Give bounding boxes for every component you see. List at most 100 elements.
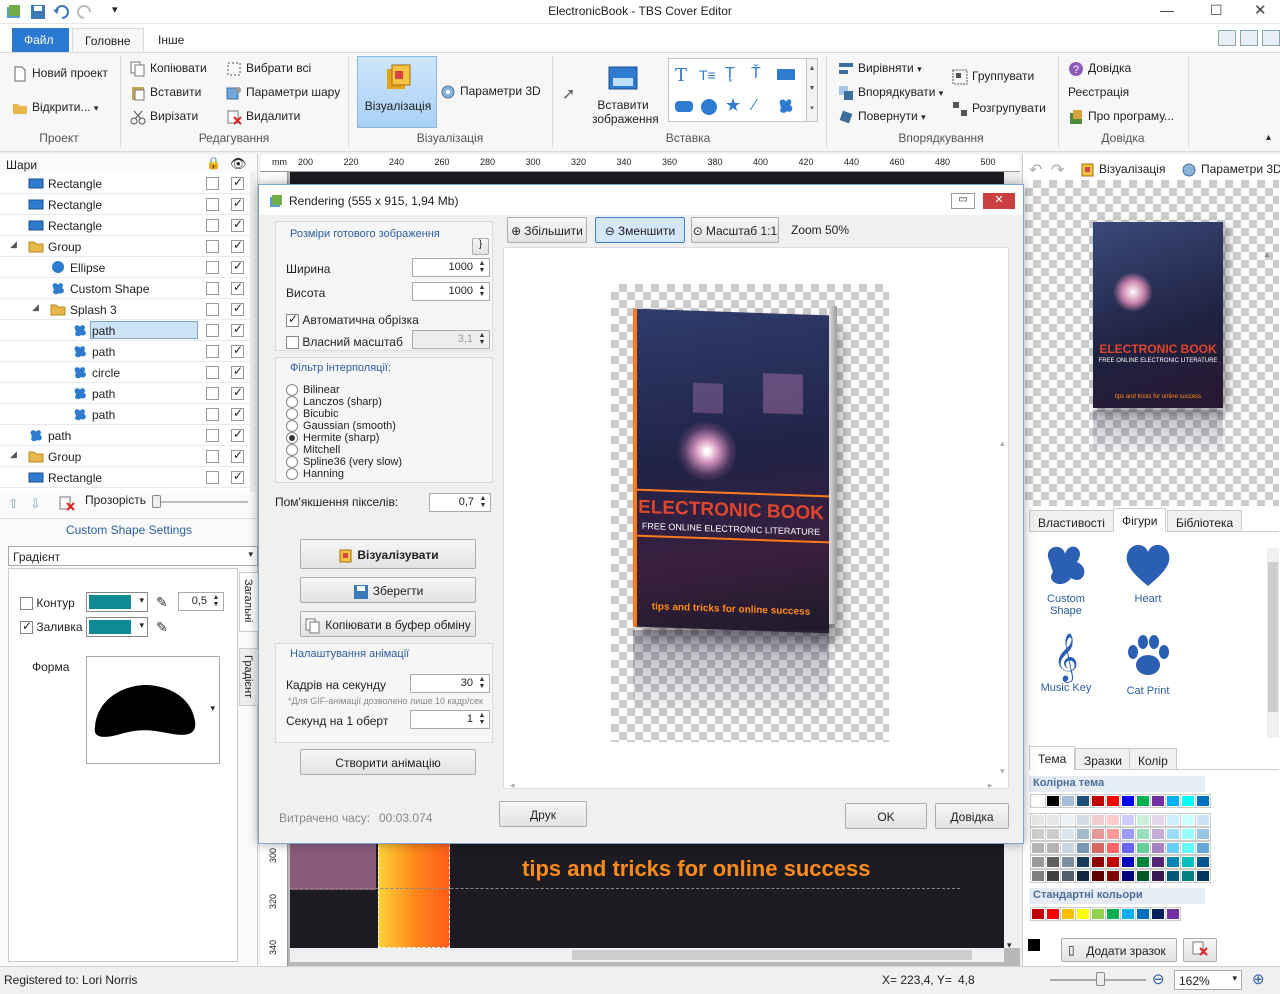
tab-properties[interactable]: Властивості <box>1029 510 1114 532</box>
eyedropper-icon[interactable]: ✎ <box>156 619 168 636</box>
standard-color-swatch[interactable] <box>1150 907 1166 921</box>
cursor-arrow-icon[interactable]: ➚ <box>562 84 575 104</box>
filter-option[interactable]: Hanning <box>286 468 344 481</box>
standard-color-swatch[interactable] <box>1105 907 1121 921</box>
side-tab-general[interactable]: Загальні <box>239 572 259 632</box>
ok-button[interactable]: OK <box>845 803 927 829</box>
about-button[interactable]: Про програму... <box>1068 109 1174 125</box>
layers-list[interactable]: Rectangle Rectangle Rectangle ◢ Group Ellipse… <box>0 173 256 493</box>
layer-row[interactable]: Rectangle <box>0 194 250 215</box>
theme-color-swatch[interactable] <box>1150 794 1166 808</box>
theme-color-swatch[interactable] <box>1165 794 1181 808</box>
filter-radio[interactable] <box>286 456 298 469</box>
softening-input[interactable]: 0,7 ▲ ▼ <box>429 493 491 512</box>
lock-checkbox[interactable] <box>206 303 219 316</box>
layer-row[interactable]: path <box>0 383 250 404</box>
mdi-close-icon[interactable] <box>1262 30 1280 46</box>
standard-color-swatch[interactable] <box>1060 907 1076 921</box>
theme-shade-swatch[interactable] <box>1195 827 1211 841</box>
expand-icon[interactable]: ◢ <box>10 239 17 250</box>
open-button[interactable]: Відкрити... ▾ <box>12 100 98 116</box>
theme-shade-swatch[interactable] <box>1060 869 1076 883</box>
theme-shade-swatch[interactable] <box>1075 813 1091 827</box>
theme-shade-swatch[interactable] <box>1090 813 1106 827</box>
theme-shade-swatch[interactable] <box>1090 841 1106 855</box>
theme-shade-swatch[interactable] <box>1075 855 1091 869</box>
filter-radio[interactable] <box>286 432 298 445</box>
visibility-checkbox[interactable] <box>231 385 244 400</box>
shape-item[interactable]: Heart <box>1113 540 1183 605</box>
theme-shade-swatch[interactable] <box>1045 813 1061 827</box>
visualize-render-button[interactable]: Візуалізувати <box>300 539 476 569</box>
theme-shade-swatch[interactable] <box>1105 813 1121 827</box>
side-tab-gradient[interactable]: Градієнт <box>239 648 259 706</box>
theme-shade-swatch[interactable] <box>1075 869 1091 883</box>
layer-row[interactable]: circle <box>0 362 250 383</box>
theme-shade-swatch[interactable] <box>1120 827 1136 841</box>
theme-color-swatch[interactable] <box>1135 794 1151 808</box>
theme-shade-swatch[interactable] <box>1105 855 1121 869</box>
layer-row[interactable]: ◢ Group <box>0 446 250 467</box>
preview-params3d-button[interactable]: Параметри 3D <box>1181 162 1280 178</box>
text-frame-icon[interactable]: T≡ <box>699 67 716 83</box>
ungroup-button[interactable]: Розгрупувати <box>952 101 1046 117</box>
delete-layer-icon[interactable] <box>58 495 76 514</box>
shapes-scrollbar[interactable] <box>1267 548 1279 738</box>
tab-file[interactable]: Файл <box>12 28 69 52</box>
ellipse-tool-icon[interactable] <box>701 99 717 115</box>
theme-shade-swatch[interactable] <box>1120 841 1136 855</box>
lock-checkbox[interactable] <box>206 450 219 463</box>
width-input[interactable]: 1000 ▲ ▼ <box>412 258 490 277</box>
fill-color-picker[interactable]: ▾ <box>86 617 148 637</box>
delete-button[interactable]: Видалити <box>226 109 300 125</box>
theme-shade-swatch[interactable] <box>1045 827 1061 841</box>
rounded-rect-tool-icon[interactable] <box>675 101 693 112</box>
filter-radio[interactable] <box>286 384 298 397</box>
theme-shade-swatch[interactable] <box>1045 855 1061 869</box>
theme-shade-swatch[interactable] <box>1180 869 1196 883</box>
theme-shade-swatch[interactable] <box>1180 827 1196 841</box>
theme-shade-swatch[interactable] <box>1090 869 1106 883</box>
theme-shade-swatch[interactable] <box>1060 827 1076 841</box>
redo-icon[interactable]: ↷ <box>1051 160 1064 180</box>
preview-scroll-icon[interactable]: ▲ <box>1263 250 1271 259</box>
create-animation-button[interactable]: Створити анімацію <box>300 749 476 775</box>
lock-checkbox[interactable] <box>206 198 219 211</box>
expand-icon[interactable]: ◢ <box>10 449 17 460</box>
theme-shade-swatch[interactable] <box>1135 813 1151 827</box>
layer-row[interactable]: Rectangle <box>0 467 250 488</box>
save-render-button[interactable]: Зберегти <box>300 577 476 603</box>
theme-shade-swatch[interactable] <box>1150 869 1166 883</box>
standard-color-swatch[interactable] <box>1135 907 1151 921</box>
fill-checkbox[interactable]: Заливка <box>20 619 83 635</box>
theme-shade-swatch[interactable] <box>1105 827 1121 841</box>
undo-icon[interactable]: ↶ <box>1029 160 1042 180</box>
shape-item[interactable]: Cat Print <box>1113 632 1183 697</box>
outline-color-picker[interactable]: ▾ <box>86 592 148 612</box>
zoom-1-1-button[interactable]: ⊙ Масштаб 1:1 <box>691 217 779 243</box>
theme-shade-swatch[interactable] <box>1090 855 1106 869</box>
filter-option[interactable]: Bilinear <box>286 384 340 397</box>
visibility-checkbox[interactable] <box>231 343 244 358</box>
visibility-checkbox[interactable] <box>231 217 244 232</box>
zoom-in-button[interactable]: ⊕ Збільшити <box>507 217 587 243</box>
dialog-help-button[interactable]: Довідка <box>935 803 1009 829</box>
theme-shade-swatch[interactable] <box>1030 855 1046 869</box>
lock-checkbox[interactable] <box>206 408 219 421</box>
filter-option[interactable]: Bicubic <box>286 408 338 421</box>
layer-row[interactable]: path <box>0 320 250 341</box>
theme-color-swatch[interactable] <box>1180 794 1196 808</box>
layers-scrollbar[interactable] <box>250 172 256 492</box>
layer-row[interactable]: path <box>0 425 250 446</box>
insert-image-button[interactable]: Вставити зображення <box>592 62 659 128</box>
standard-color-swatch[interactable] <box>1165 907 1181 921</box>
theme-shade-swatch[interactable] <box>1165 827 1181 841</box>
layer-row[interactable]: ◢ Group <box>0 236 250 257</box>
visibility-checkbox[interactable] <box>231 406 244 421</box>
rotate-button[interactable]: Повернути ▾ <box>838 109 926 125</box>
theme-color-swatch[interactable] <box>1120 794 1136 808</box>
render-preview-pane[interactable]: ELECTRONIC BOOK FREE ONLINE ELECTRONIC L… <box>503 247 1009 790</box>
cover-tagline[interactable]: tips and tricks for online success <box>522 856 870 882</box>
theme-shade-swatch[interactable] <box>1045 869 1061 883</box>
custom-shape-tool-icon[interactable] <box>777 97 795 118</box>
